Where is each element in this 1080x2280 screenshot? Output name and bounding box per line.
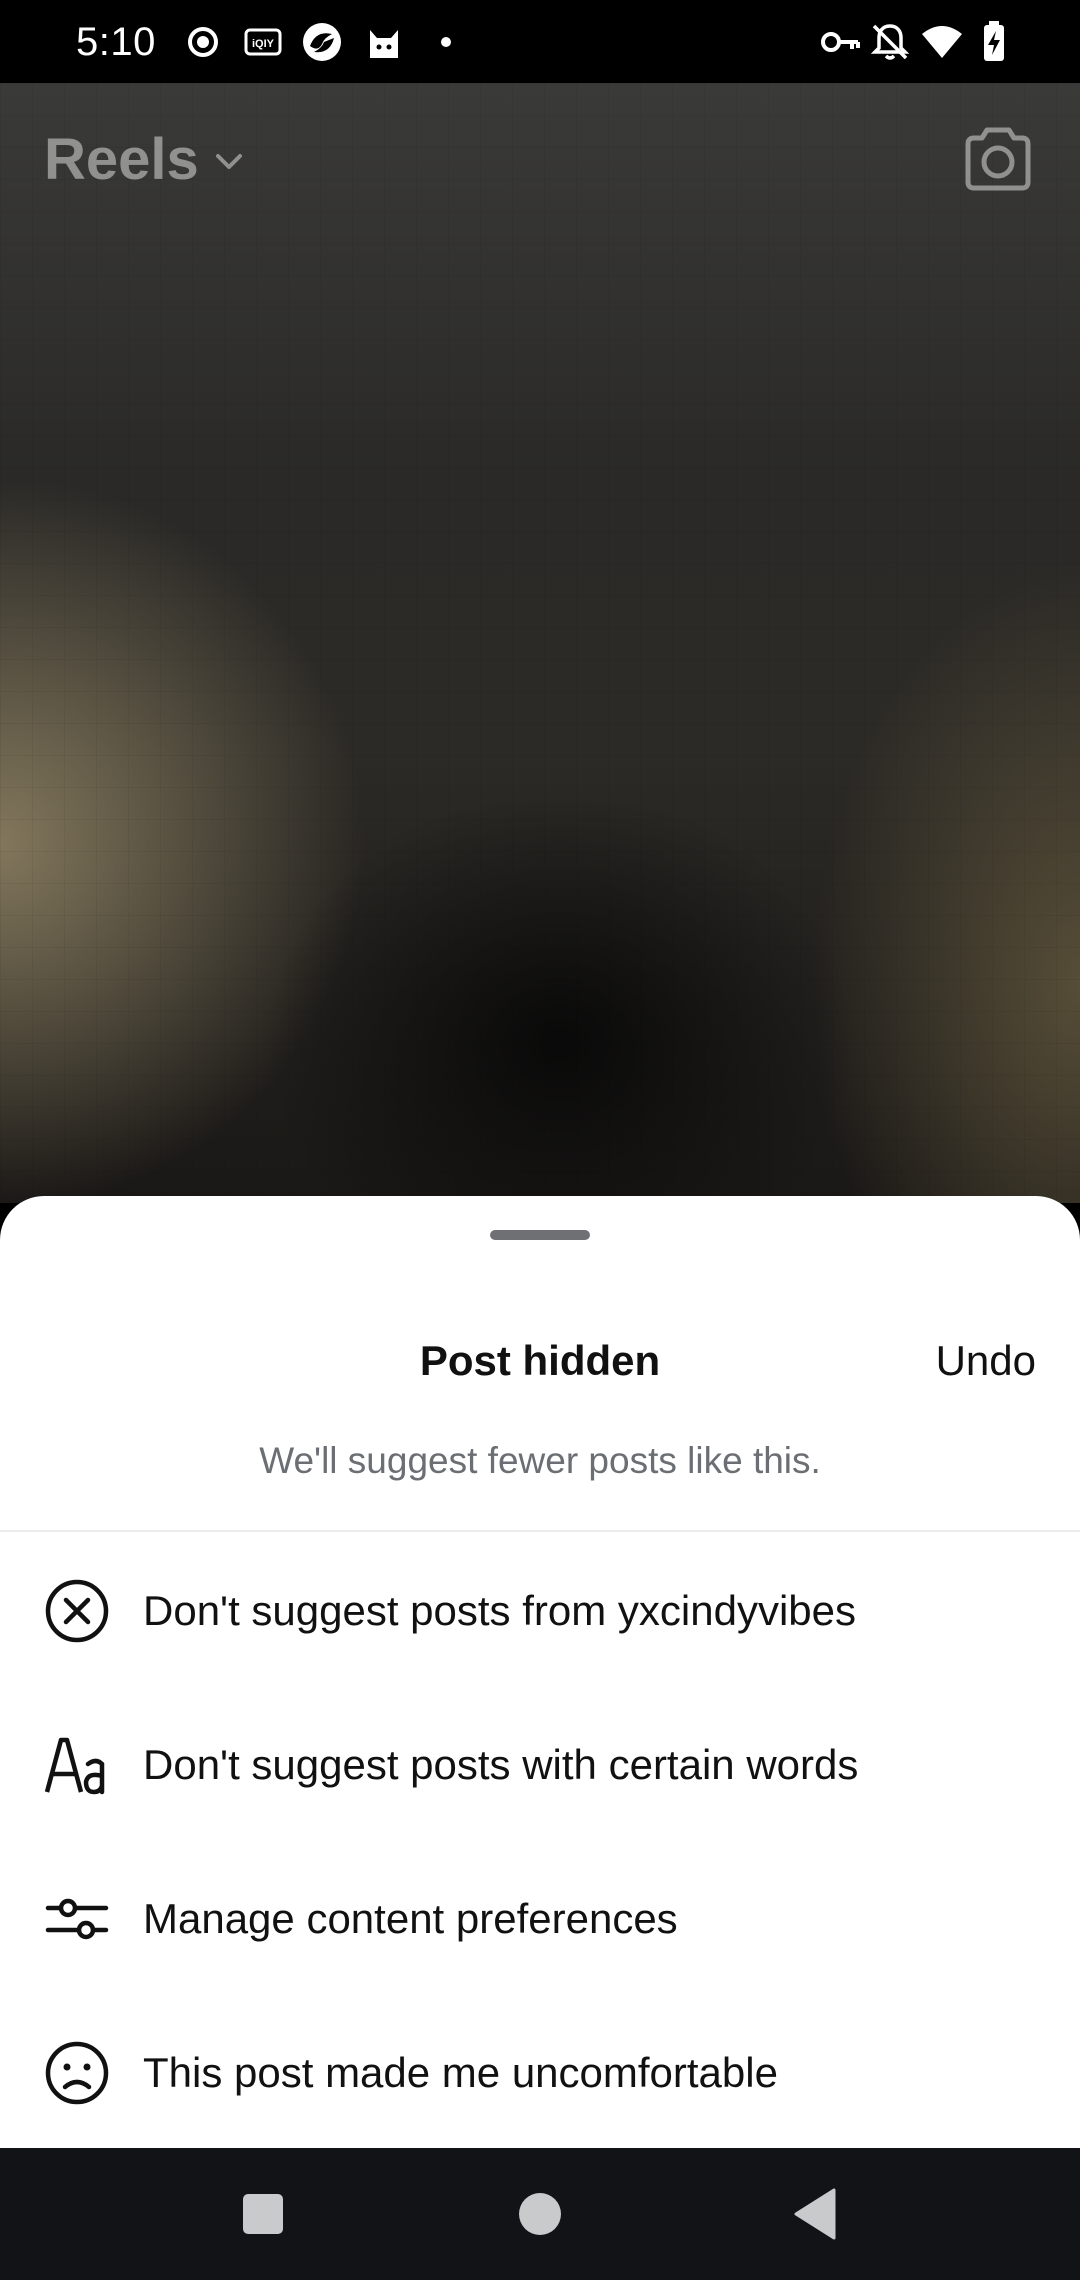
svg-text:iQIY: iQIY <box>252 38 275 50</box>
status-bar: 5:10 iQIY <box>0 0 1080 83</box>
status-time: 5:10 <box>76 20 156 64</box>
back-triangle-icon[interactable] <box>786 2184 846 2244</box>
option-dont-suggest-words[interactable]: Don't suggest posts with certain words <box>0 1686 1080 1840</box>
option-uncomfortable[interactable]: This post made me uncomfortable <box>0 1994 1080 2148</box>
sheet-title: Post hidden <box>419 1337 661 1384</box>
app-swirl-icon <box>300 20 344 64</box>
recents-square-icon[interactable] <box>233 2184 293 2244</box>
cat-app-icon <box>362 20 406 64</box>
dot-icon <box>424 20 468 64</box>
wifi-icon <box>920 20 964 64</box>
home-circle-icon[interactable] <box>510 2184 570 2244</box>
option-label: Manage content preferences <box>143 1895 678 1942</box>
notifications-off-icon <box>868 20 912 64</box>
reel-video[interactable] <box>0 83 1080 1203</box>
option-label: Don't suggest posts with certain words <box>143 1741 859 1788</box>
text-aa-icon <box>44 1732 110 1798</box>
sliders-icon <box>44 1886 110 1952</box>
camera-icon[interactable] <box>960 124 1036 196</box>
battery-charging-icon <box>972 20 1016 64</box>
undo-button[interactable]: Undo <box>936 1336 1036 1386</box>
reels-title[interactable]: Reels <box>44 125 199 195</box>
screen: 5:10 iQIY Reels Post hidden Undo We'll s… <box>0 0 1080 2280</box>
sad-face-icon <box>44 2040 110 2106</box>
record-icon <box>181 20 225 64</box>
drag-handle[interactable] <box>490 1230 590 1240</box>
chevron-down-icon[interactable] <box>210 143 248 181</box>
option-label: Don't suggest posts from yxcindyvibes <box>143 1587 856 1634</box>
option-dont-suggest-account[interactable]: Don't suggest posts from yxcindyvibes <box>0 1532 1080 1686</box>
close-circle-icon <box>44 1578 110 1644</box>
nav-bar <box>0 2148 1080 2280</box>
video-texture <box>0 83 1080 1203</box>
vpn-key-icon <box>818 20 862 64</box>
option-label: This post made me uncomfortable <box>143 2049 778 2096</box>
option-manage-preferences[interactable]: Manage content preferences <box>0 1840 1080 1994</box>
bottom-sheet: Post hidden Undo We'll suggest fewer pos… <box>0 1196 1080 2148</box>
iqiyi-icon: iQIY <box>241 20 285 64</box>
sheet-subtitle: We'll suggest fewer posts like this. <box>259 1440 821 1481</box>
